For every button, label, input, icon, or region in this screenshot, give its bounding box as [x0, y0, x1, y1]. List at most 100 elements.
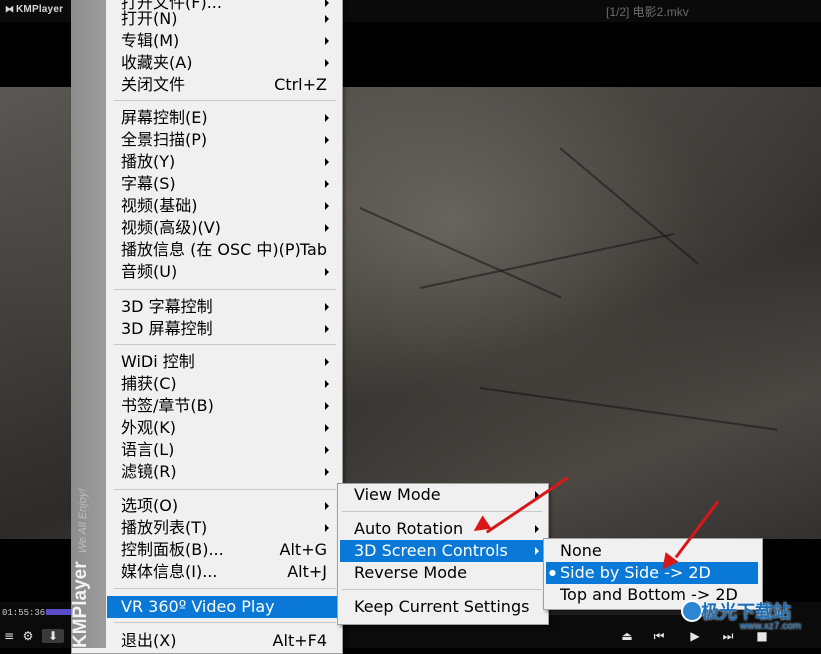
submenu-arrow-icon	[535, 525, 539, 533]
menu-item-shortcut: Alt+G	[279, 540, 327, 559]
menu-item-shortcut: Tab	[299, 240, 327, 259]
vr-menu-item[interactable]: Auto Rotation	[340, 518, 543, 540]
submenu-arrow-icon	[325, 424, 329, 432]
menu-item-label: Keep Current Settings	[354, 597, 530, 616]
vr-menu-item[interactable]: View Mode	[340, 484, 543, 506]
menu-item-label: 3D 字幕控制	[121, 297, 213, 316]
video-texture	[419, 232, 675, 289]
main-menu-item[interactable]: 音频(U)	[121, 261, 329, 283]
menu-item-label: 字幕(S)	[121, 174, 176, 193]
submenu-arrow-icon	[325, 15, 329, 23]
menu-item-label: View Mode	[354, 485, 441, 504]
sidebar-slogan: We All Enjoy!	[77, 488, 89, 554]
menu-item-label: 打开(N)	[121, 9, 178, 28]
menu-separator	[114, 489, 336, 490]
menu-item-label: Reverse Mode	[354, 563, 467, 582]
watermark-logo	[681, 600, 703, 622]
submenu-arrow-icon	[325, 502, 329, 510]
main-menu-item[interactable]: WiDi 控制	[121, 351, 329, 373]
main-menu-item[interactable]: 打开(N)	[121, 8, 329, 30]
main-menu-item[interactable]: 3D 字幕控制	[121, 296, 329, 318]
eject-icon[interactable]: ⏏	[620, 629, 634, 643]
playlist-icon[interactable]: ≡	[3, 629, 15, 643]
main-menu-item[interactable]: 视频(基础)	[121, 195, 329, 217]
menu-item-label: 关闭文件	[121, 75, 186, 94]
main-menu-item[interactable]: 选项(O)	[121, 495, 329, 517]
main-menu-item[interactable]: 字幕(S)	[121, 173, 329, 195]
screen3d-menu-item[interactable]: None	[546, 540, 758, 562]
menu-item-label: Side by Side -> 2D	[560, 563, 711, 582]
menu-item-label: None	[560, 541, 602, 560]
video-texture	[479, 387, 778, 431]
logo-text: KMPlayer	[16, 4, 64, 15]
menu-item-label: 选项(O)	[121, 496, 179, 515]
main-menu-item[interactable]: 专辑(M)	[121, 30, 329, 52]
main-menu-item[interactable]: 播放列表(T)	[121, 517, 329, 539]
main-menu-item[interactable]: 全景扫描(P)	[121, 129, 329, 151]
menu-item-label: 全景扫描(P)	[121, 130, 208, 149]
menu-item-label: WiDi 控制	[121, 352, 195, 371]
menu-separator	[114, 622, 336, 623]
sidebar-brand: KMPlayer	[70, 561, 91, 648]
main-menu-item[interactable]: 屏幕控制(E)	[121, 107, 329, 129]
main-menu-item[interactable]: 控制面板(B)... Alt+G	[121, 539, 327, 561]
main-menu-item[interactable]: 语言(L)	[121, 439, 329, 461]
main-menu-item[interactable]: 外观(K)	[121, 417, 329, 439]
submenu-arrow-icon	[325, 59, 329, 67]
menu-item-label: 外观(K)	[121, 418, 176, 437]
submenu-arrow-icon	[535, 547, 539, 555]
main-menu-item[interactable]: VR 360º Video Play	[107, 596, 343, 618]
menu-item-label: 播放信息 (在 OSC 中)(P)	[121, 240, 301, 259]
menu-item-label: 专辑(M)	[121, 31, 180, 50]
menu-item-label: 视频(高级)(V)	[121, 218, 221, 237]
kmplayer-logo[interactable]: ⧓ KMPlayer	[5, 4, 63, 15]
download-icon[interactable]: ⬇	[42, 629, 64, 643]
menu-separator	[114, 289, 336, 290]
main-menu-item[interactable]: 播放(Y)	[121, 151, 329, 173]
menu-item-label: 退出(X)	[121, 631, 177, 650]
main-menu-item[interactable]: 3D 屏幕控制	[121, 318, 329, 340]
settings-gear-icon[interactable]: ⚙	[22, 629, 34, 643]
checked-bullet-icon: ●	[549, 568, 556, 577]
vr-menu-item[interactable]: Reverse Mode	[340, 562, 543, 584]
previous-icon[interactable]: ⏮	[652, 629, 666, 643]
main-menu-item[interactable]: 书签/章节(B)	[121, 395, 329, 417]
main-menu-item[interactable]: 播放信息 (在 OSC 中)(P) Tab	[121, 239, 327, 261]
submenu-arrow-icon	[325, 325, 329, 333]
screen3d-menu-item[interactable]: ● Side by Side -> 2D	[546, 562, 758, 584]
main-menu-item[interactable]: 滤镜(R)	[121, 461, 329, 483]
submenu-arrow-icon	[325, 224, 329, 232]
submenu-arrow-icon	[325, 114, 329, 122]
watermark-url: www.xz7.com	[740, 621, 802, 632]
menu-item-label: 滤镜(R)	[121, 462, 177, 481]
menu-item-shortcut: Alt+J	[287, 562, 327, 581]
submenu-arrow-icon	[325, 446, 329, 454]
submenu-arrow-icon	[325, 380, 329, 388]
main-menu-item[interactable]: 视频(高级)(V)	[121, 217, 329, 239]
main-menu-item[interactable]: 媒体信息(I)... Alt+J	[121, 561, 327, 583]
menu-item-label: 播放(Y)	[121, 152, 176, 171]
file-title: [1/2] 电影2.mkv	[606, 5, 689, 19]
menu-item-shortcut: Alt+F4	[272, 631, 327, 650]
submenu-arrow-icon	[325, 158, 329, 166]
main-menu-item[interactable]: 关闭文件 Ctrl+Z	[121, 74, 327, 96]
main-menu-item[interactable]: 捕获(C)	[121, 373, 329, 395]
submenu-arrow-icon	[325, 402, 329, 410]
vr-menu-item[interactable]: 3D Screen Controls	[340, 540, 543, 562]
main-menu-item[interactable]: 退出(X) Alt+F4	[121, 630, 327, 652]
menu-item-label: 收藏夹(A)	[121, 53, 193, 72]
next-icon[interactable]: ⏭	[721, 629, 735, 643]
video-texture	[559, 147, 699, 265]
main-menu-item[interactable]: 收藏夹(A)	[121, 52, 329, 74]
menu-separator	[114, 588, 336, 589]
play-icon[interactable]: ▶	[688, 629, 702, 643]
submenu-arrow-icon	[325, 37, 329, 45]
menu-separator	[114, 344, 336, 345]
submenu-arrow-icon	[325, 303, 329, 311]
vr-menu-item[interactable]: Keep Current Settings	[340, 596, 543, 618]
km-logo-icon: ⧓	[5, 4, 15, 14]
submenu-arrow-icon	[325, 468, 329, 476]
menu-item-label: 媒体信息(I)...	[121, 562, 218, 581]
submenu-arrow-icon	[325, 524, 329, 532]
menu-item-shortcut: Ctrl+Z	[274, 75, 327, 94]
